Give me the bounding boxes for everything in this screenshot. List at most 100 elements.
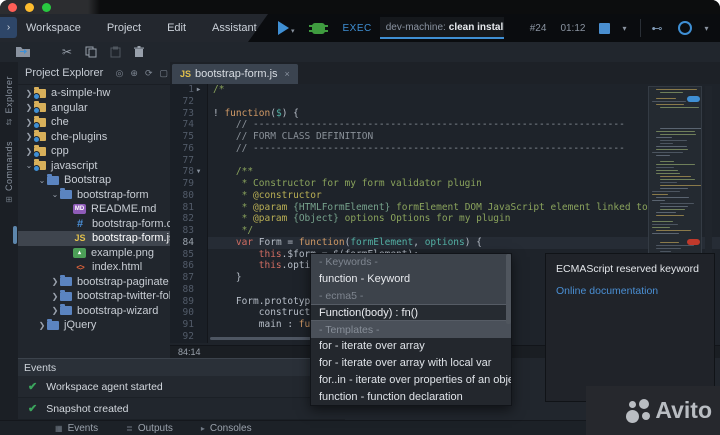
maximize-icon[interactable]: ▢ [159,68,168,79]
go-into-icon[interactable]: ◎ [116,68,124,79]
tree-item-che-plugins[interactable]: ❯che-plugins [18,130,170,145]
code-text: * @param {Object} options Options for my… [208,213,720,225]
tree-item-angular[interactable]: ❯angular [18,101,170,116]
gutter: 89 [170,296,208,308]
preview-dropdown-icon[interactable]: ▾ [704,24,708,33]
bottom-tab-consoles[interactable]: ▸Consoles [201,423,252,434]
collapse-all-icon[interactable]: ⊕ [130,68,138,79]
completion-item[interactable]: for..in - iterate over properties of an … [311,372,511,389]
menu-edit[interactable]: Edit [167,22,186,34]
chevron-right-icon[interactable]: ❯ [50,306,60,315]
menu-project[interactable]: Project [107,22,141,34]
tree-item-che[interactable]: ❯che [18,115,170,130]
activity-tab-commands[interactable]: Commands⊞ [0,141,18,204]
titlebar [0,0,720,14]
import-project-icon[interactable] [12,44,34,60]
tree-item-bootstrap-form.js[interactable]: JSbootstrap-form.js [18,231,170,246]
fold-marker-icon[interactable]: ▶ [194,84,203,96]
run-dropdown-icon[interactable]: ▾ [291,27,295,35]
folder-icon [60,306,72,315]
bottom-tab-outputs[interactable]: ≣Outputs [126,423,173,434]
tree-item-readme.md[interactable]: MDREADME.md [18,202,170,217]
run-button[interactable]: ▾ [278,21,295,35]
exec-dropdown-icon[interactable]: ▾ [622,24,626,33]
js-file-icon: JS [180,69,191,79]
code-line-1: 1▶/* [170,84,720,96]
run-timer: 01:12 [560,23,585,34]
tree-item-label: jQuery [64,319,96,331]
completion-item[interactable]: function - Keyword [311,271,511,288]
tree-item-a-simple-hw[interactable]: ❯a-simple-hw [18,86,170,101]
menu-workspace[interactable]: Workspace [26,22,81,34]
commands-icon: ⊞ [6,195,13,204]
code-line-84: 84 var Form = function(formElement, opti… [170,237,720,249]
tree-item-bootstrap-wizard[interactable]: ❯bootstrap-wizard [18,304,170,319]
tab-bootstrap-form-js[interactable]: JS bootstrap-form.js × [172,64,298,84]
project-tree: ❯a-simple-hw❯angular❯che❯che-plugins❯cpp… [18,86,170,358]
tree-item-bootstrap-form[interactable]: ⌄bootstrap-form [18,188,170,203]
copy-icon[interactable] [80,44,102,60]
delete-icon[interactable] [128,44,150,60]
paste-icon[interactable] [104,44,126,60]
minimize-window-icon[interactable] [25,3,34,12]
tree-item-index.html[interactable]: <>index.html [18,260,170,275]
panel-chevron-icon[interactable]: › [0,17,17,38]
tree-item-label: Bootstrap [64,174,111,186]
fold-marker-icon[interactable]: ▼ [194,166,203,178]
activity-bar: Explorer⇵ Commands⊞ [0,62,19,435]
online-documentation-link[interactable]: Online documentation [556,285,714,297]
completion-item[interactable]: for - iterate over array with local var [311,355,511,372]
close-window-icon[interactable] [8,3,17,12]
tree-item-label: README.md [91,203,156,215]
watermark-text: Avito [655,397,712,424]
ide-window: › WorkspaceProjectEditAssistant ▾ EXEC d… [0,0,720,435]
gutter: 82 [170,213,208,225]
tree-item-label: cpp [51,145,69,157]
connect-debugger-icon[interactable]: ⊷ [651,22,662,35]
completion-item[interactable]: for - iterate over array [311,338,511,355]
completion-item[interactable]: function - function declaration [311,388,511,405]
chevron-right-icon[interactable]: ❯ [37,321,47,330]
bottom-tab-events[interactable]: ▦Events [55,423,98,434]
tree-item-example.png[interactable]: ▴example.png [18,246,170,261]
tree-item-javascript[interactable]: ⌄javascript [18,159,170,174]
preview-icon[interactable] [678,21,692,35]
tree-item-bootstrap-paginate[interactable]: ❯bootstrap-paginate [18,275,170,290]
tree-item-bootstrap[interactable]: ⌄ Bootstrap [18,173,170,188]
avito-dots-icon [626,398,652,424]
tree-item-jquery[interactable]: ❯ jQuery [18,318,170,333]
completion-scrollbar[interactable] [506,254,511,324]
cut-icon[interactable]: ✂ [56,44,78,60]
tree-item-cpp[interactable]: ❯cpp [18,144,170,159]
doc-panel: ECMAScript reserved keyword Online docum… [545,253,715,402]
chevron-down-icon[interactable]: ⌄ [50,190,60,199]
chevron-down-icon[interactable]: ⌄ [37,176,47,185]
events-panel-title: Events [18,359,345,376]
activity-tab-explorer[interactable]: Explorer⇵ [0,76,18,127]
tree-item-bootstrap-form.css[interactable]: #bootstrap-form.css [18,217,170,232]
gutter: 73 [170,108,208,120]
code-text: * Constructor for my form validator plug… [208,178,720,190]
gutter: 88 [170,284,208,296]
tree-item-bootstrap-twitter-follow[interactable]: ❯bootstrap-twitter-follow [18,289,170,304]
folder-icon [47,176,59,185]
stop-button[interactable] [599,23,610,34]
code-text: // FORM CLASS DEFINITION [208,131,720,143]
code-line-74: 74 // ----------------------------------… [170,119,720,131]
chevron-right-icon[interactable]: ❯ [50,292,60,301]
debug-icon[interactable] [312,23,325,34]
chevron-right-icon[interactable]: ❯ [50,277,60,286]
exec-command-widget[interactable]: dev-machine: clean install [380,17,504,39]
gutter: 79 [170,178,208,190]
gutter: 84 [170,237,208,249]
minimap[interactable] [648,86,702,260]
explorer-header-icons: ◎ ⊕ ⟳ ▢ [116,68,168,79]
refresh-icon[interactable]: ⟳ [145,68,153,79]
gutter: 1▶ [170,84,208,96]
menu-assistant[interactable]: Assistant [212,22,257,34]
zoom-window-icon[interactable] [42,3,51,12]
completion-item[interactable]: Function(body) : fn() [311,304,511,321]
explorer-scrollbar-thumb[interactable] [13,226,17,244]
code-line-75: 75 // FORM CLASS DEFINITION [170,131,720,143]
tab-close-icon[interactable]: × [285,69,290,79]
